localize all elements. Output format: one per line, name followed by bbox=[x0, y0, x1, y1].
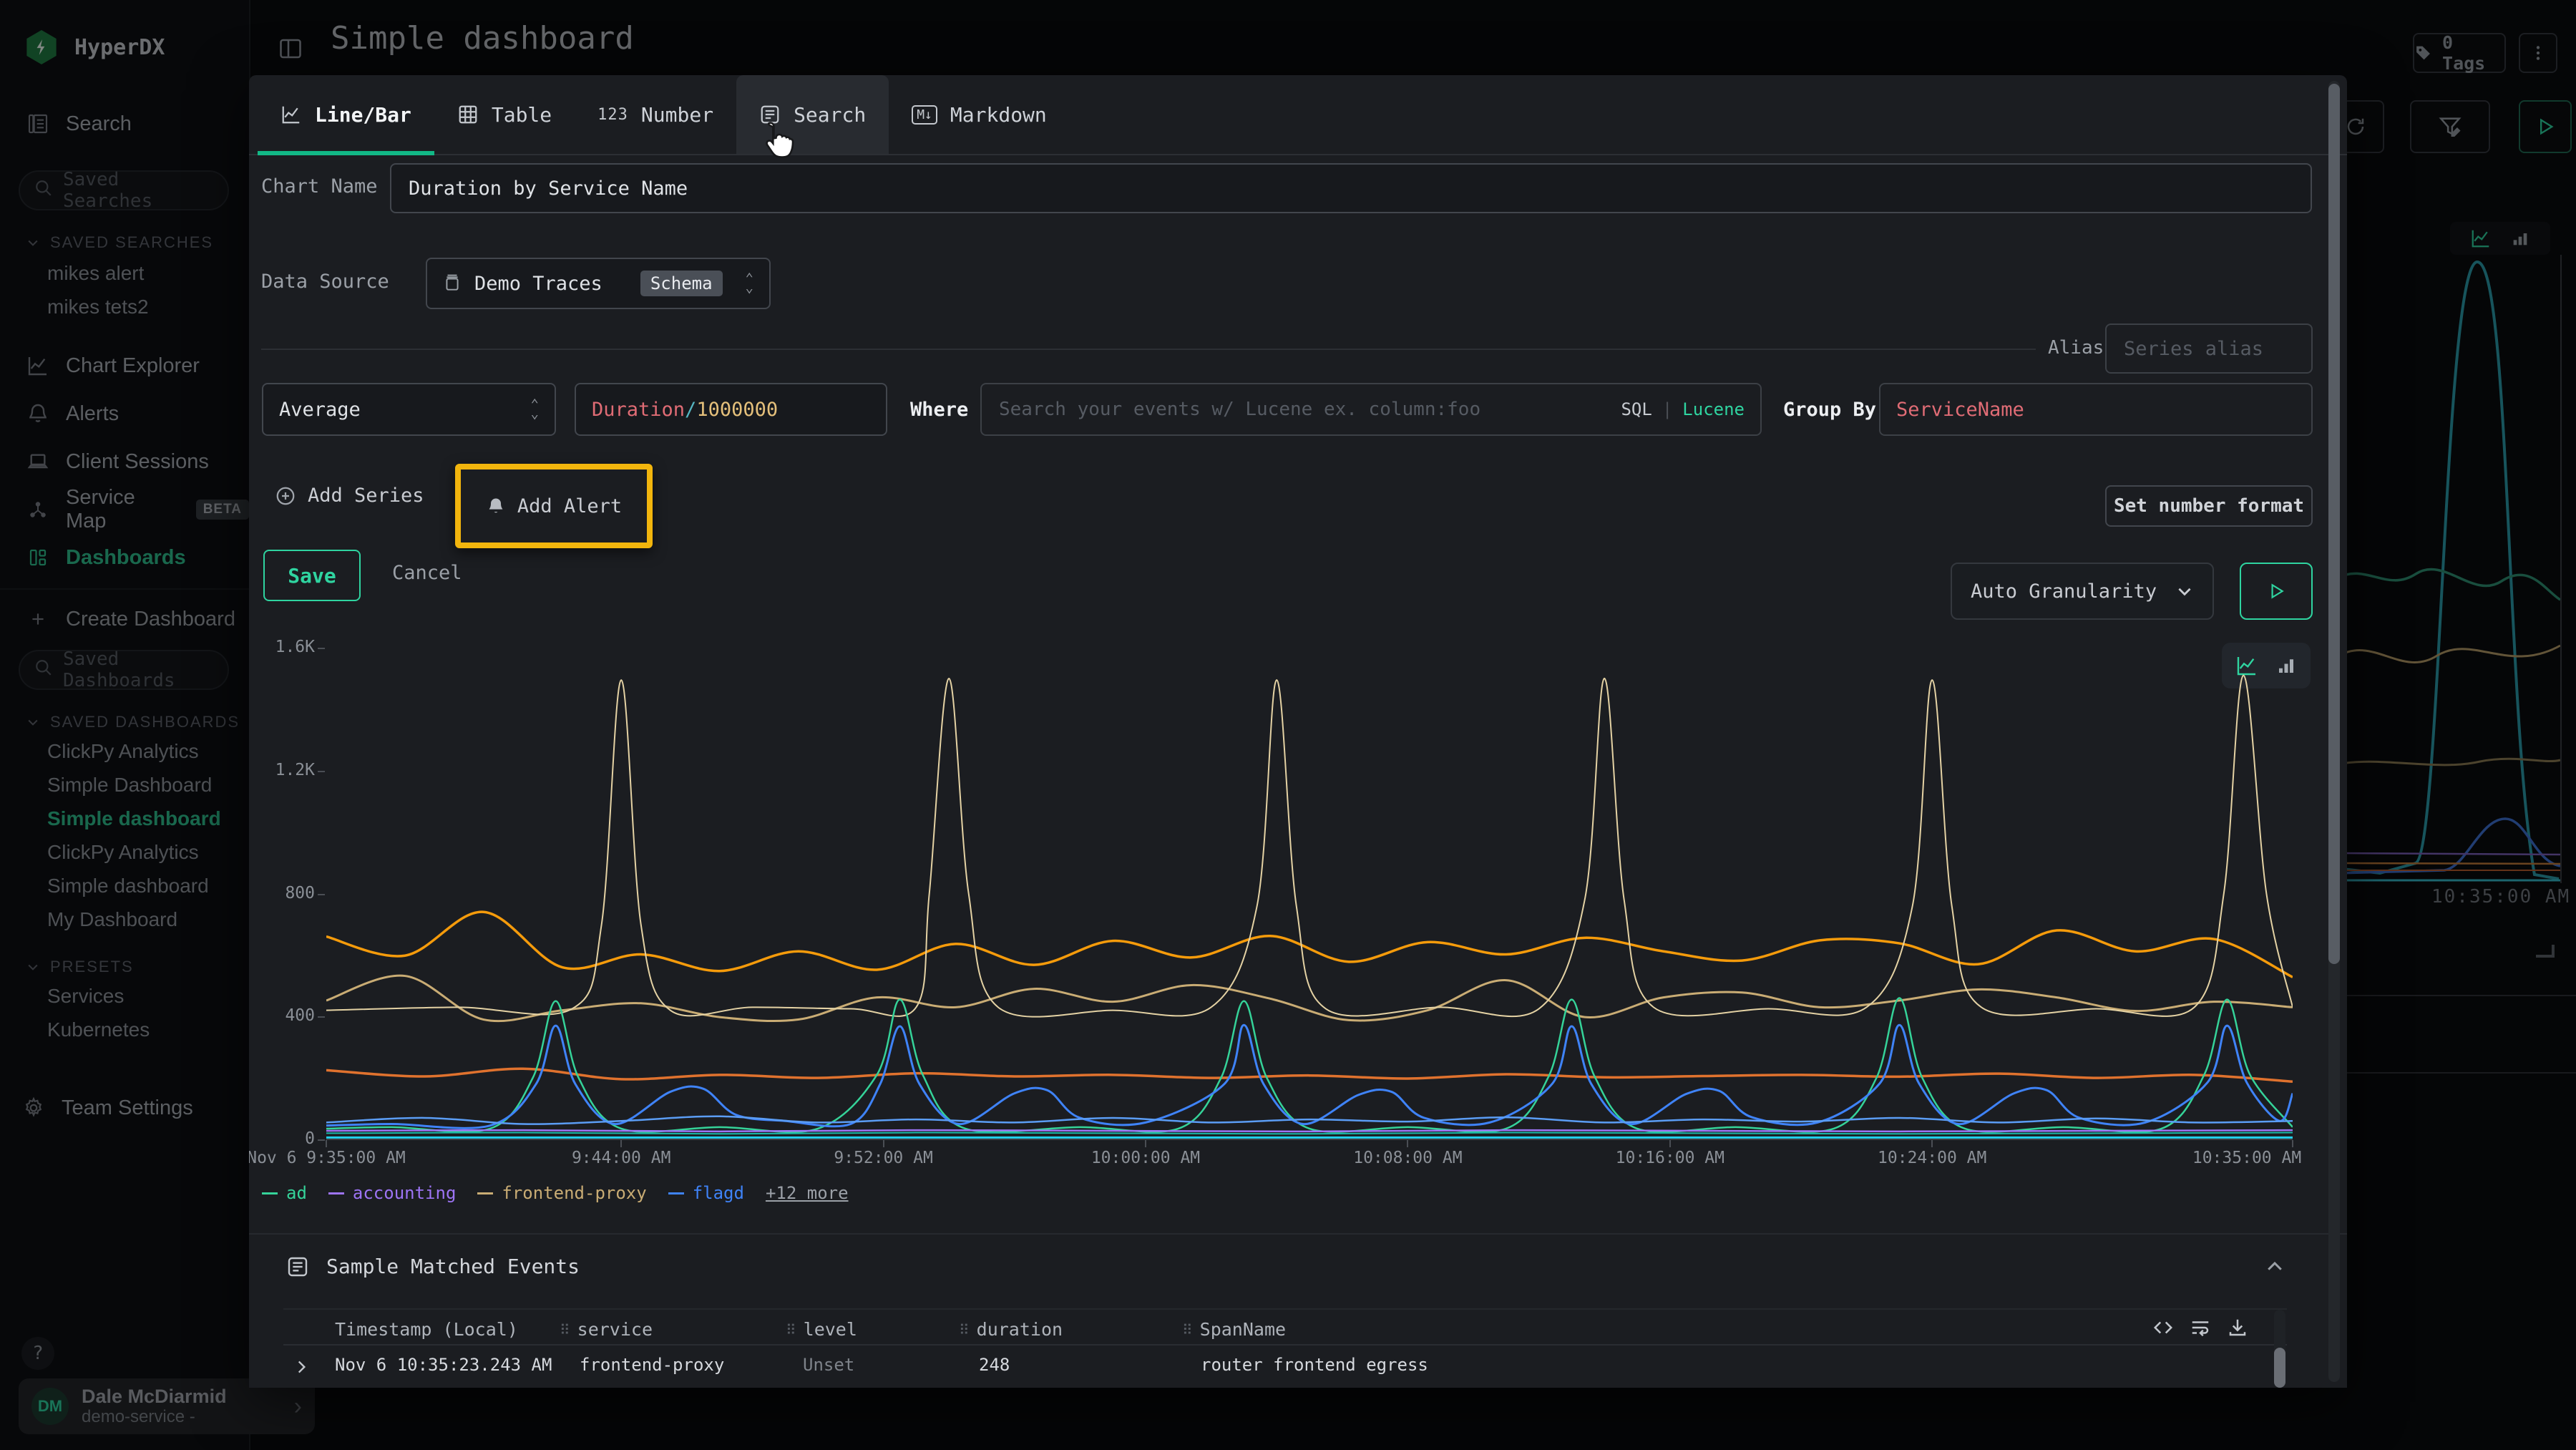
mouse-cursor-hand bbox=[757, 120, 796, 162]
chart-type-tabbar: Line/Bar Table 123 Number Search M↓ Mark… bbox=[249, 75, 2347, 155]
chart-name-field[interactable] bbox=[390, 163, 2312, 213]
cell-duration[interactable]: 248 bbox=[979, 1355, 1010, 1375]
x-axis-label: 9:44:00 AM bbox=[572, 1149, 670, 1167]
legend-item[interactable]: frontend-proxy bbox=[477, 1183, 646, 1203]
x-axis-label: 10:16:00 AM bbox=[1616, 1149, 1724, 1167]
y-axis-label: 1.6K bbox=[253, 638, 315, 656]
legend-dash-icon bbox=[262, 1192, 278, 1194]
drag-handle-icon[interactable]: ⠿ bbox=[959, 1321, 970, 1338]
lucene-toggle[interactable]: Lucene bbox=[1682, 399, 1745, 419]
aggregation-select[interactable]: Average ⌃⌄ bbox=[262, 383, 556, 436]
table-border bbox=[283, 1344, 2287, 1346]
set-number-format-button[interactable]: Set number format bbox=[2105, 485, 2313, 527]
sql-toggle[interactable]: SQL bbox=[1621, 399, 1652, 419]
sample-events-header[interactable]: Sample Matched Events bbox=[286, 1255, 580, 1278]
col-timestamp[interactable]: Timestamp (Local) bbox=[335, 1319, 518, 1340]
number-123-icon: 123 bbox=[597, 106, 628, 124]
select-chevrons-icon: ⌃⌄ bbox=[531, 400, 539, 419]
table-border bbox=[283, 1308, 2287, 1310]
collapse-events-icon[interactable] bbox=[2264, 1256, 2285, 1280]
chevron-down-icon bbox=[2175, 582, 2194, 600]
group-by-field[interactable]: ServiceName bbox=[1879, 383, 2313, 436]
drag-handle-icon[interactable]: ⠿ bbox=[786, 1321, 796, 1338]
x-axis-label: 10:08:00 AM bbox=[1353, 1149, 1462, 1167]
markdown-icon: M↓ bbox=[912, 105, 937, 125]
code-icon[interactable] bbox=[2152, 1317, 2174, 1338]
granularity-select[interactable]: Auto Granularity bbox=[1951, 563, 2214, 620]
select-chevrons-icon: ⌃⌄ bbox=[746, 274, 753, 293]
tab-line-bar[interactable]: Line/Bar bbox=[258, 75, 434, 154]
legend-dash-icon bbox=[477, 1192, 493, 1194]
legend-dash-icon bbox=[668, 1192, 684, 1194]
alias-field[interactable] bbox=[2105, 323, 2313, 374]
col-level[interactable]: ⠿level bbox=[786, 1319, 857, 1340]
plus-circle-icon bbox=[275, 485, 296, 507]
run-chart-button[interactable] bbox=[2240, 563, 2313, 620]
series-divider bbox=[261, 349, 2036, 350]
events-divider bbox=[249, 1233, 2347, 1235]
cell-spanname[interactable]: router frontend egress bbox=[1201, 1355, 1428, 1375]
where-label: Where bbox=[910, 399, 968, 421]
chart-area: 04008001.2K1.6K Nov 6 9:35:00 AM9:44:00 … bbox=[249, 648, 2347, 1192]
col-spanname[interactable]: ⠿SpanName bbox=[1182, 1319, 1286, 1340]
alias-input[interactable] bbox=[2122, 337, 2296, 361]
col-duration[interactable]: ⠿duration bbox=[959, 1319, 1063, 1340]
bell-icon bbox=[486, 496, 506, 516]
expand-row-icon[interactable] bbox=[292, 1358, 311, 1379]
tab-markdown[interactable]: M↓ Markdown bbox=[889, 75, 1070, 154]
x-axis-label: 10:00:00 AM bbox=[1091, 1149, 1200, 1167]
timeseries-plot[interactable] bbox=[326, 648, 2293, 1142]
alias-label: Alias bbox=[2048, 337, 2104, 359]
legend-item[interactable]: accounting bbox=[328, 1183, 457, 1203]
add-alert-button[interactable]: Add Alert bbox=[486, 495, 622, 517]
chart-name-input[interactable] bbox=[407, 177, 2295, 200]
legend-dash-icon bbox=[328, 1192, 344, 1194]
table-scrollbar-thumb[interactable] bbox=[2274, 1348, 2285, 1388]
events-list-icon bbox=[286, 1255, 309, 1278]
y-axis-label: 0 bbox=[253, 1129, 315, 1148]
tab-table[interactable]: Table bbox=[434, 75, 575, 154]
database-icon bbox=[443, 274, 462, 293]
x-axis-label: Nov 6 9:35:00 AM bbox=[249, 1149, 406, 1167]
add-alert-annotation-box: Add Alert bbox=[455, 464, 653, 548]
add-series-button[interactable]: Add Series bbox=[275, 485, 424, 507]
save-button[interactable]: Save bbox=[263, 550, 361, 601]
y-axis-label: 1.2K bbox=[253, 761, 315, 779]
wrap-lines-icon[interactable] bbox=[2190, 1317, 2211, 1338]
where-field[interactable]: SQL | Lucene bbox=[980, 383, 1762, 436]
edit-chart-modal: Line/Bar Table 123 Number Search M↓ Mark… bbox=[249, 75, 2347, 1388]
legend-more-link[interactable]: +12 more bbox=[766, 1183, 849, 1203]
table-icon bbox=[457, 104, 479, 125]
drag-handle-icon[interactable]: ⠿ bbox=[1182, 1321, 1193, 1338]
cancel-button[interactable]: Cancel bbox=[392, 562, 462, 584]
col-service[interactable]: ⠿service bbox=[560, 1319, 653, 1340]
tab-number[interactable]: 123 Number bbox=[575, 75, 736, 154]
download-icon[interactable] bbox=[2227, 1317, 2248, 1338]
chart-legend: ad accounting frontend-proxy flagd +12 m… bbox=[262, 1183, 849, 1203]
line-chart-icon bbox=[280, 104, 302, 125]
x-axis-label: 9:52:00 AM bbox=[834, 1149, 932, 1167]
x-axis-label: 10:24:00 AM bbox=[1878, 1149, 1986, 1167]
cell-level[interactable]: Unset bbox=[803, 1355, 854, 1375]
where-input[interactable] bbox=[997, 398, 1621, 421]
data-source-label: Data Source bbox=[261, 271, 389, 293]
cell-service[interactable]: frontend-proxy bbox=[580, 1355, 724, 1375]
legend-item[interactable]: ad bbox=[262, 1183, 307, 1203]
field-expression[interactable]: Duration/1000000 bbox=[575, 383, 887, 436]
legend-item[interactable]: flagd bbox=[668, 1183, 744, 1203]
drag-handle-icon[interactable]: ⠿ bbox=[560, 1321, 570, 1338]
data-source-value: Demo Traces bbox=[474, 273, 602, 295]
cell-timestamp[interactable]: Nov 6 10:35:23.243 AM bbox=[335, 1355, 552, 1375]
group-by-label: Group By bbox=[1783, 399, 1876, 421]
data-source-select[interactable]: Demo Traces Schema ⌃⌄ bbox=[426, 258, 771, 309]
y-axis-label: 800 bbox=[253, 884, 315, 902]
chart-name-label: Chart Name bbox=[261, 175, 378, 198]
play-icon bbox=[2267, 582, 2285, 600]
x-axis-label: 10:35:00 AM bbox=[2192, 1149, 2301, 1167]
modal-scrollbar-thumb[interactable] bbox=[2328, 84, 2340, 964]
y-axis-label: 400 bbox=[253, 1006, 315, 1025]
schema-badge: Schema bbox=[640, 271, 723, 296]
